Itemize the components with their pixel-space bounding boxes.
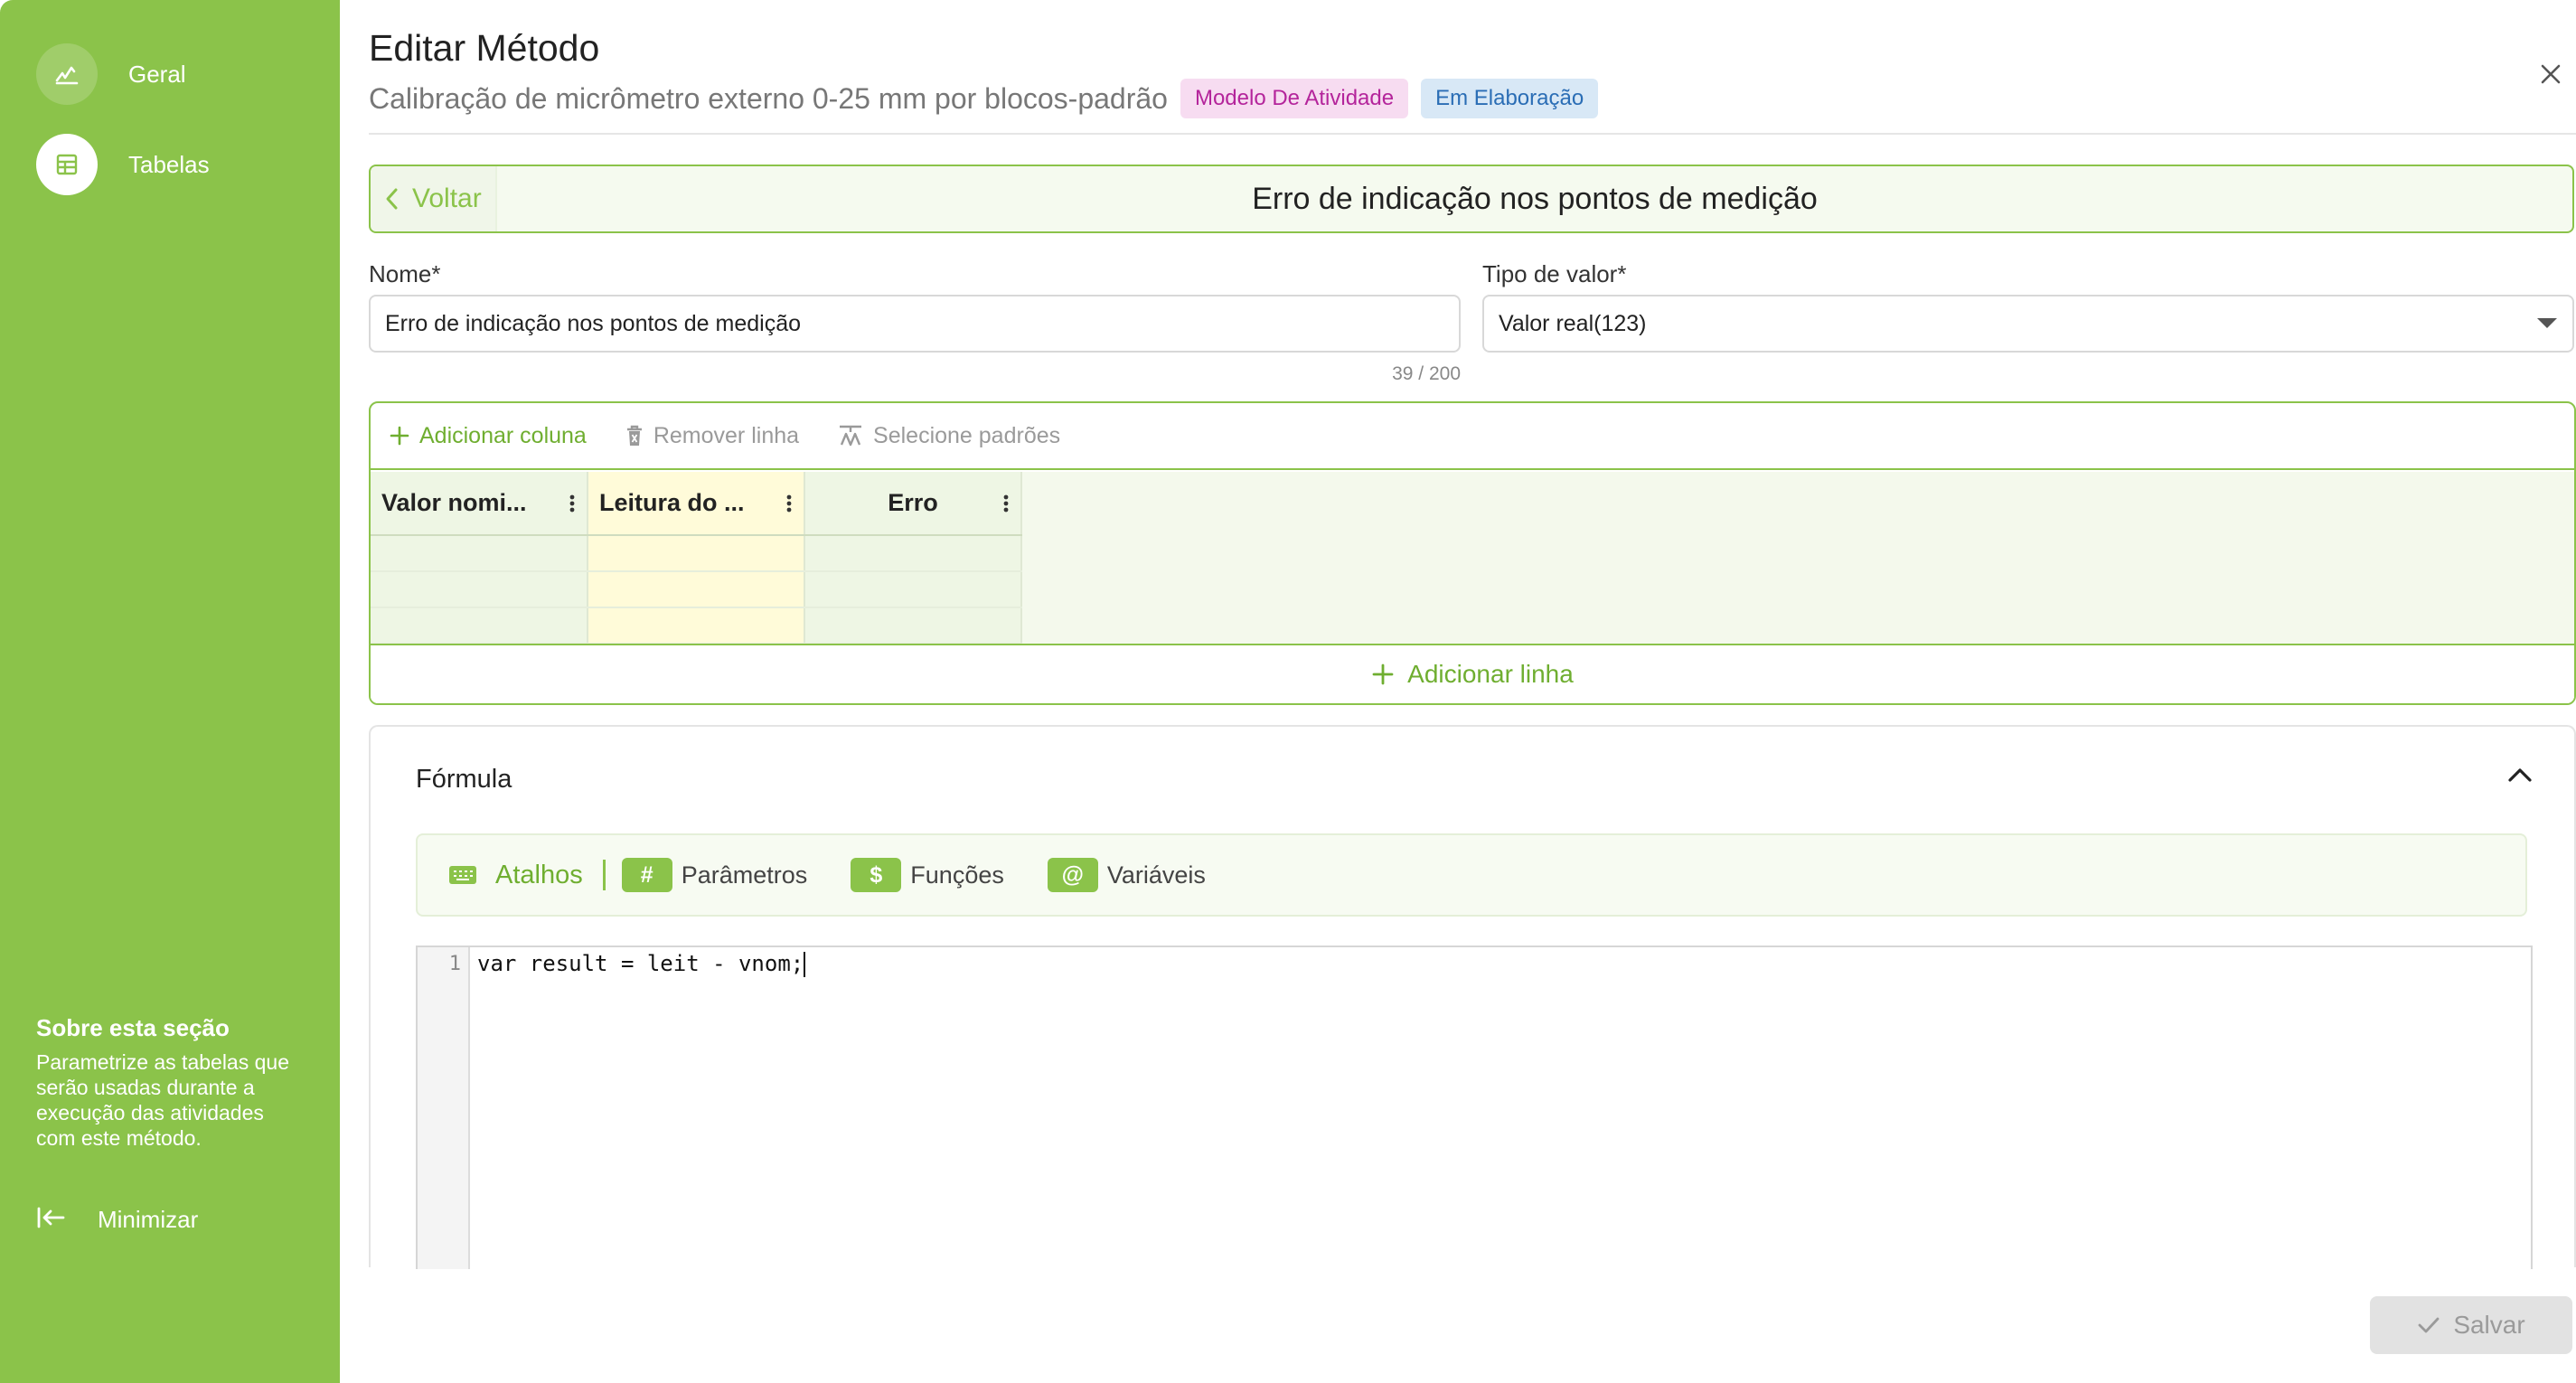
column-menu-icon[interactable] xyxy=(569,494,576,513)
table-grid: Valor nomi... Leitura do ... Erro xyxy=(371,472,1022,644)
column-header-label: Leitura do ... xyxy=(599,489,745,516)
name-label: Nome* xyxy=(369,260,441,287)
chevron-up-icon xyxy=(2508,768,2532,782)
method-name: Calibração de micrômetro externo 0-25 mm… xyxy=(369,81,1168,115)
name-input[interactable] xyxy=(369,295,1461,353)
sidebar-item-geral[interactable]: Geral xyxy=(36,43,186,105)
model-badge: Modelo De Atividade xyxy=(1180,79,1409,118)
header-divider xyxy=(369,133,2576,135)
back-label: Voltar xyxy=(412,183,482,213)
hash-icon: # xyxy=(621,858,672,892)
variables-label: Variáveis xyxy=(1106,861,1206,889)
table-row xyxy=(371,607,1022,644)
column-menu-icon[interactable] xyxy=(785,494,793,513)
formula-title: Fórmula xyxy=(416,765,512,794)
trash-icon xyxy=(626,425,642,446)
table-header-bar: Voltar Erro de indicação nos pontos de m… xyxy=(369,165,2574,233)
line-number: 1 xyxy=(448,953,461,975)
check-icon xyxy=(2418,1317,2440,1333)
functions-label: Funções xyxy=(910,861,1004,889)
about-section: Sobre esta seção Parametrize as tabelas … xyxy=(36,1014,298,1151)
table-cell[interactable] xyxy=(588,607,805,644)
save-button[interactable]: Salvar xyxy=(2370,1296,2572,1354)
minimize-button[interactable]: Minimizar xyxy=(36,1206,198,1234)
column-menu-icon[interactable] xyxy=(1002,494,1010,513)
value-type-select[interactable]: Valor real(123) xyxy=(1482,295,2574,353)
table-icon xyxy=(36,134,98,195)
column-header-label: Erro xyxy=(888,489,938,516)
shortcuts-label: Atalhos xyxy=(495,860,583,889)
shortcuts-button[interactable]: Atalhos xyxy=(448,861,583,890)
table-title: Erro de indicação nos pontos de medição xyxy=(1252,182,1818,216)
table-editor: Adicionar coluna Remover linha Selecione… xyxy=(369,401,2576,705)
about-title: Sobre esta seção xyxy=(36,1014,230,1041)
table-cell[interactable] xyxy=(588,571,805,608)
table-cell[interactable] xyxy=(804,571,1022,608)
add-row-label: Adicionar linha xyxy=(1407,660,1574,688)
table-cell[interactable] xyxy=(588,535,805,572)
sidebar-item-tabelas[interactable]: Tabelas xyxy=(36,134,210,195)
at-icon: @ xyxy=(1047,858,1098,892)
formula-panel: Fórmula Atalhos # Parâmetros $ Funções @… xyxy=(369,725,2576,1269)
plus-icon xyxy=(390,426,409,446)
plus-icon xyxy=(1372,663,1394,685)
collapse-button[interactable] xyxy=(2507,767,2533,787)
save-label: Salvar xyxy=(2453,1311,2525,1339)
column-header-label: Valor nomi... xyxy=(381,489,527,516)
code-text: var result = leit - vnom; xyxy=(477,951,804,976)
caret-down-icon xyxy=(2537,318,2557,328)
remove-row-label: Remover linha xyxy=(653,422,800,448)
sidebar-item-label: Geral xyxy=(128,60,186,88)
remove-row-button[interactable]: Remover linha xyxy=(625,423,799,449)
minimize-label: Minimizar xyxy=(98,1206,199,1233)
text-caret xyxy=(804,952,806,977)
table-cell[interactable] xyxy=(371,571,588,608)
page-title: Editar Método xyxy=(369,27,600,69)
status-badge: Em Elaboração xyxy=(1421,79,1599,118)
about-text: Parametrize as tabelas que serão usadas … xyxy=(36,1050,289,1150)
line-gutter: 1 xyxy=(418,947,470,1269)
sidebar: Geral Tabelas Sobre esta seção Parametri… xyxy=(0,0,340,1383)
variables-button[interactable]: @ Variáveis xyxy=(1047,858,1206,892)
value-type-label: Tipo de valor* xyxy=(1482,260,1627,287)
collapse-left-icon xyxy=(36,1206,67,1234)
add-row-button[interactable]: Adicionar linha xyxy=(371,644,2574,703)
select-standards-label: Selecione padrões xyxy=(873,422,1061,448)
parameters-button[interactable]: # Parâmetros xyxy=(621,858,808,892)
value-type-value: Valor real(123) xyxy=(1499,310,1647,336)
add-column-label: Adicionar coluna xyxy=(419,422,587,448)
name-char-counter: 39 / 200 xyxy=(1392,363,1461,384)
code-line: var result = leit - vnom; xyxy=(477,951,806,977)
table-toolbar: Adicionar coluna Remover linha Selecione… xyxy=(371,403,2574,470)
parameters-label: Parâmetros xyxy=(681,861,808,889)
subtitle-row: Calibração de micrômetro externo 0-25 mm… xyxy=(369,78,1599,119)
sidebar-item-label: Tabelas xyxy=(128,150,210,178)
table-row xyxy=(371,571,1022,608)
column-header[interactable]: Valor nomi... xyxy=(371,472,588,536)
select-standards-button[interactable]: Selecione padrões xyxy=(837,423,1060,449)
close-icon xyxy=(2541,64,2561,84)
standards-icon xyxy=(840,425,862,447)
close-button[interactable] xyxy=(2534,58,2567,90)
column-header[interactable]: Erro xyxy=(804,472,1022,536)
formula-shortcuts-bar: Atalhos # Parâmetros $ Funções @ Variáve… xyxy=(416,833,2527,917)
table-row xyxy=(371,535,1022,572)
keyboard-icon xyxy=(449,866,476,884)
back-button[interactable]: Voltar xyxy=(371,166,497,231)
dollar-icon: $ xyxy=(851,858,902,892)
table-cell[interactable] xyxy=(804,607,1022,644)
column-header[interactable]: Leitura do ... xyxy=(588,472,805,536)
table-cell[interactable] xyxy=(371,535,588,572)
shortcuts-divider xyxy=(602,860,606,890)
code-editor[interactable]: 1 var result = leit - vnom; xyxy=(416,946,2533,1269)
table-cell[interactable] xyxy=(371,607,588,644)
add-column-button[interactable]: Adicionar coluna xyxy=(389,423,587,449)
signature-icon xyxy=(36,43,98,105)
chevron-left-icon xyxy=(386,188,398,210)
table-cell[interactable] xyxy=(804,535,1022,572)
functions-button[interactable]: $ Funções xyxy=(851,858,1004,892)
